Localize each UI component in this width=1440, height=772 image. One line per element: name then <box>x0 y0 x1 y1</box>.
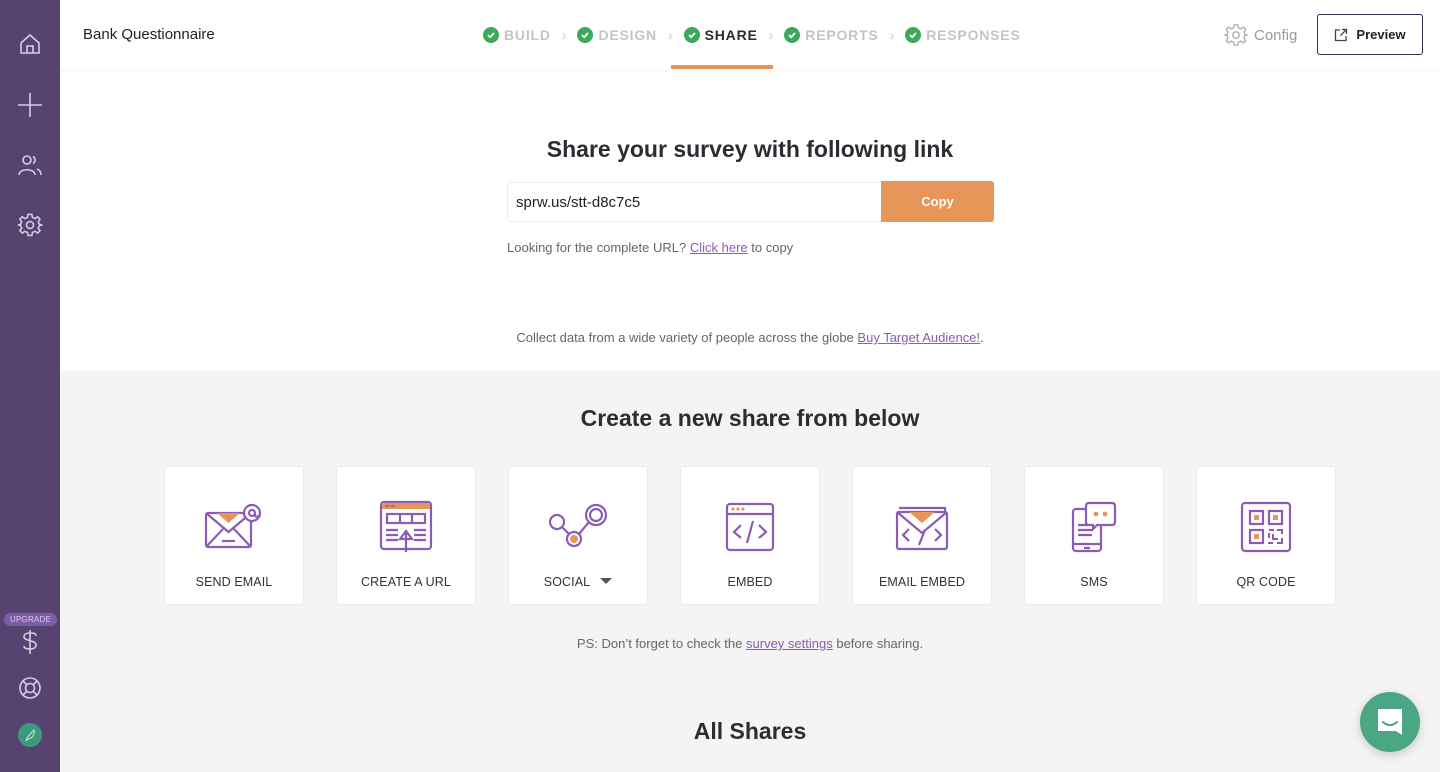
check-circle-icon <box>577 27 594 43</box>
chevron-right-icon: › <box>889 27 895 43</box>
share-option-sms[interactable]: SMS <box>1024 466 1164 605</box>
share-option-label: SMS <box>1080 575 1108 589</box>
preview-label: Preview <box>1356 27 1406 42</box>
buy-target-audience-link[interactable]: Buy Target Audience! <box>857 330 980 345</box>
check-circle-icon <box>905 27 922 43</box>
step-label: REPORTS <box>805 27 879 43</box>
send-email-icon <box>204 503 262 549</box>
chat-icon <box>1378 709 1402 735</box>
chevron-right-icon: › <box>768 27 774 43</box>
preview-button[interactable]: Preview <box>1317 14 1423 55</box>
chat-launcher-button[interactable] <box>1360 692 1420 752</box>
caret-down-icon[interactable] <box>600 578 613 584</box>
qr-code-icon <box>1240 501 1292 553</box>
sidebar-item-help[interactable] <box>0 668 60 708</box>
feather-logo-icon <box>25 729 35 742</box>
step-responses[interactable]: RESPONSES <box>905 27 1020 43</box>
config-label: Config <box>1254 26 1298 44</box>
sidebar-item-create[interactable] <box>0 85 60 125</box>
embed-code-icon <box>725 502 775 552</box>
dollar-icon <box>23 630 37 654</box>
users-icon <box>18 155 42 176</box>
social-icon <box>548 504 608 548</box>
share-option-label: EMAIL EMBED <box>878 575 966 589</box>
survey-settings-link[interactable]: survey settings <box>746 636 833 651</box>
settings-icon <box>17 213 43 237</box>
sidebar: UPGRADE <box>0 0 60 772</box>
create-share-heading: Create a new share from below <box>580 405 920 431</box>
step-share[interactable]: SHARE <box>683 27 758 43</box>
share-option-label: SOCIAL <box>509 575 647 589</box>
step-navigation: BUILD › DESIGN › SHARE › REPORTS › RESPO… <box>483 25 1021 45</box>
share-options: SEND EMAIL CREATE A URL SOCIAL EMBED EMA… <box>164 466 1368 605</box>
survey-title: Bank Questionnaire <box>83 26 215 43</box>
home-icon <box>20 33 40 54</box>
avatar[interactable] <box>18 723 42 747</box>
chevron-right-icon: › <box>561 27 567 43</box>
share-option-email-embed[interactable]: EMAIL EMBED <box>852 466 992 605</box>
check-circle-icon <box>683 27 700 43</box>
collect-suffix: . <box>980 330 984 345</box>
check-circle-icon <box>784 27 801 43</box>
step-design[interactable]: DESIGN <box>577 27 656 43</box>
survey-settings-note: PS: Don’t forget to check the survey set… <box>60 636 1440 651</box>
share-option-send-email[interactable]: SEND EMAIL <box>164 466 304 605</box>
full-url-suffix: to copy <box>751 240 794 255</box>
all-shares-heading: All Shares <box>693 718 807 744</box>
gear-icon <box>1224 24 1248 46</box>
share-option-label: EMBED <box>727 575 773 589</box>
sms-icon <box>1071 501 1117 553</box>
ps-suffix: before sharing. <box>836 636 924 651</box>
step-label: BUILD <box>504 27 551 43</box>
share-option-label: SEND EMAIL <box>195 575 273 589</box>
step-label: DESIGN <box>598 27 657 43</box>
sidebar-item-billing[interactable] <box>0 622 60 662</box>
share-option-create-url[interactable]: CREATE A URL <box>336 466 476 605</box>
share-option-label: CREATE A URL <box>361 575 451 589</box>
step-build[interactable]: BUILD <box>483 27 551 43</box>
top-header: Bank Questionnaire BUILD › DESIGN › SHAR… <box>60 0 1440 69</box>
sidebar-item-settings[interactable] <box>0 205 60 245</box>
share-option-embed[interactable]: EMBED <box>680 466 820 605</box>
email-embed-icon <box>895 506 949 551</box>
plus-icon <box>18 93 42 117</box>
step-reports[interactable]: REPORTS <box>784 27 878 43</box>
ps-prefix: PS: Don’t forget to check the <box>576 636 743 651</box>
check-circle-icon <box>483 27 499 43</box>
share-option-label: QR CODE <box>1236 575 1296 589</box>
sidebar-item-home[interactable] <box>0 24 60 64</box>
chevron-right-icon: › <box>667 27 673 43</box>
config-button[interactable]: Config <box>1224 23 1297 47</box>
target-audience-note: Collect data from a wide variety of peop… <box>60 330 1440 345</box>
step-label: SHARE <box>704 27 758 43</box>
full-url-prefix: Looking for the complete URL? <box>507 240 687 255</box>
sidebar-item-users[interactable] <box>0 145 60 185</box>
social-label: SOCIAL <box>543 575 591 589</box>
create-share-section: Create a new share from below SEND EMAIL <box>60 371 1440 772</box>
survey-link-input[interactable] <box>507 182 883 222</box>
external-link-icon <box>1335 28 1348 41</box>
copy-button[interactable]: Copy <box>881 181 994 222</box>
share-link-heading: Share your survey with following link <box>546 136 954 162</box>
step-label: RESPONSES <box>926 27 1021 43</box>
help-lifebuoy-icon <box>19 677 41 699</box>
copy-full-url-link[interactable]: Click here <box>690 240 748 255</box>
create-url-icon <box>379 500 433 552</box>
full-url-hint: Looking for the complete URL? Click here… <box>507 240 793 255</box>
share-option-social[interactable]: SOCIAL <box>508 466 648 605</box>
collect-text: Collect data from a wide variety of peop… <box>516 330 854 345</box>
active-step-indicator <box>671 65 773 69</box>
share-option-qr-code[interactable]: QR CODE <box>1196 466 1336 605</box>
